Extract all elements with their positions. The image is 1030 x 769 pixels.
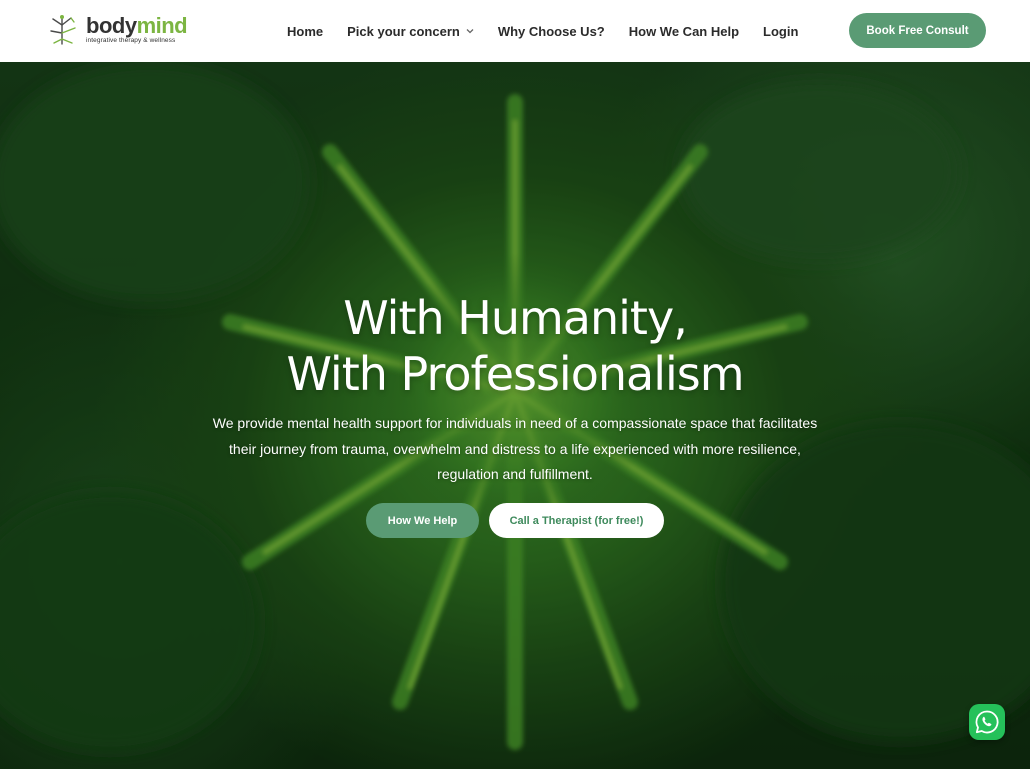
main-nav: Home Pick your concern Why Choose Us? Ho… [287, 0, 798, 62]
nav-item-label: Login [763, 23, 799, 39]
hero-section: With Humanity, With Professionalism We p… [0, 62, 1030, 769]
nav-item-login[interactable]: Login [763, 24, 798, 39]
site-logo[interactable]: bodymind integrative therapy & wellness [48, 13, 188, 47]
nav-item-pick-your-concern[interactable]: Pick your concern [347, 24, 474, 39]
logo-word-mind: mind [136, 13, 188, 39]
chevron-down-icon [466, 29, 474, 34]
how-we-help-button[interactable]: How We Help [366, 503, 479, 538]
nav-item-label: Why Choose Us? [497, 23, 605, 39]
logo-tagline: integrative therapy & wellness [86, 37, 176, 45]
book-free-consult-button[interactable]: Book Free Consult [849, 13, 986, 48]
hero-description: We provide mental health support for ind… [212, 415, 818, 482]
whatsapp-icon [975, 710, 999, 734]
nav-item-home[interactable]: Home [287, 24, 323, 39]
site-header: bodymind integrative therapy & wellness … [0, 0, 1030, 62]
nav-item-label: How We Can Help [628, 23, 740, 39]
hero-title-line-1: With Humanity, [343, 291, 688, 345]
call-a-therapist-button[interactable]: Call a Therapist (for free!) [489, 503, 664, 538]
hero-title: With Humanity, With Professionalism [0, 290, 1030, 402]
hero-title-line-2: With Professionalism [286, 347, 744, 401]
tree-figure-icon [50, 15, 76, 45]
logo-word-body: body [86, 13, 137, 39]
nav-item-how-we-can-help[interactable]: How We Can Help [629, 24, 739, 39]
whatsapp-chat-button[interactable] [969, 704, 1005, 740]
nav-item-why-choose-us[interactable]: Why Choose Us? [498, 24, 605, 39]
nav-item-label: Pick your concern [347, 23, 460, 39]
nav-item-label: Home [287, 23, 324, 39]
